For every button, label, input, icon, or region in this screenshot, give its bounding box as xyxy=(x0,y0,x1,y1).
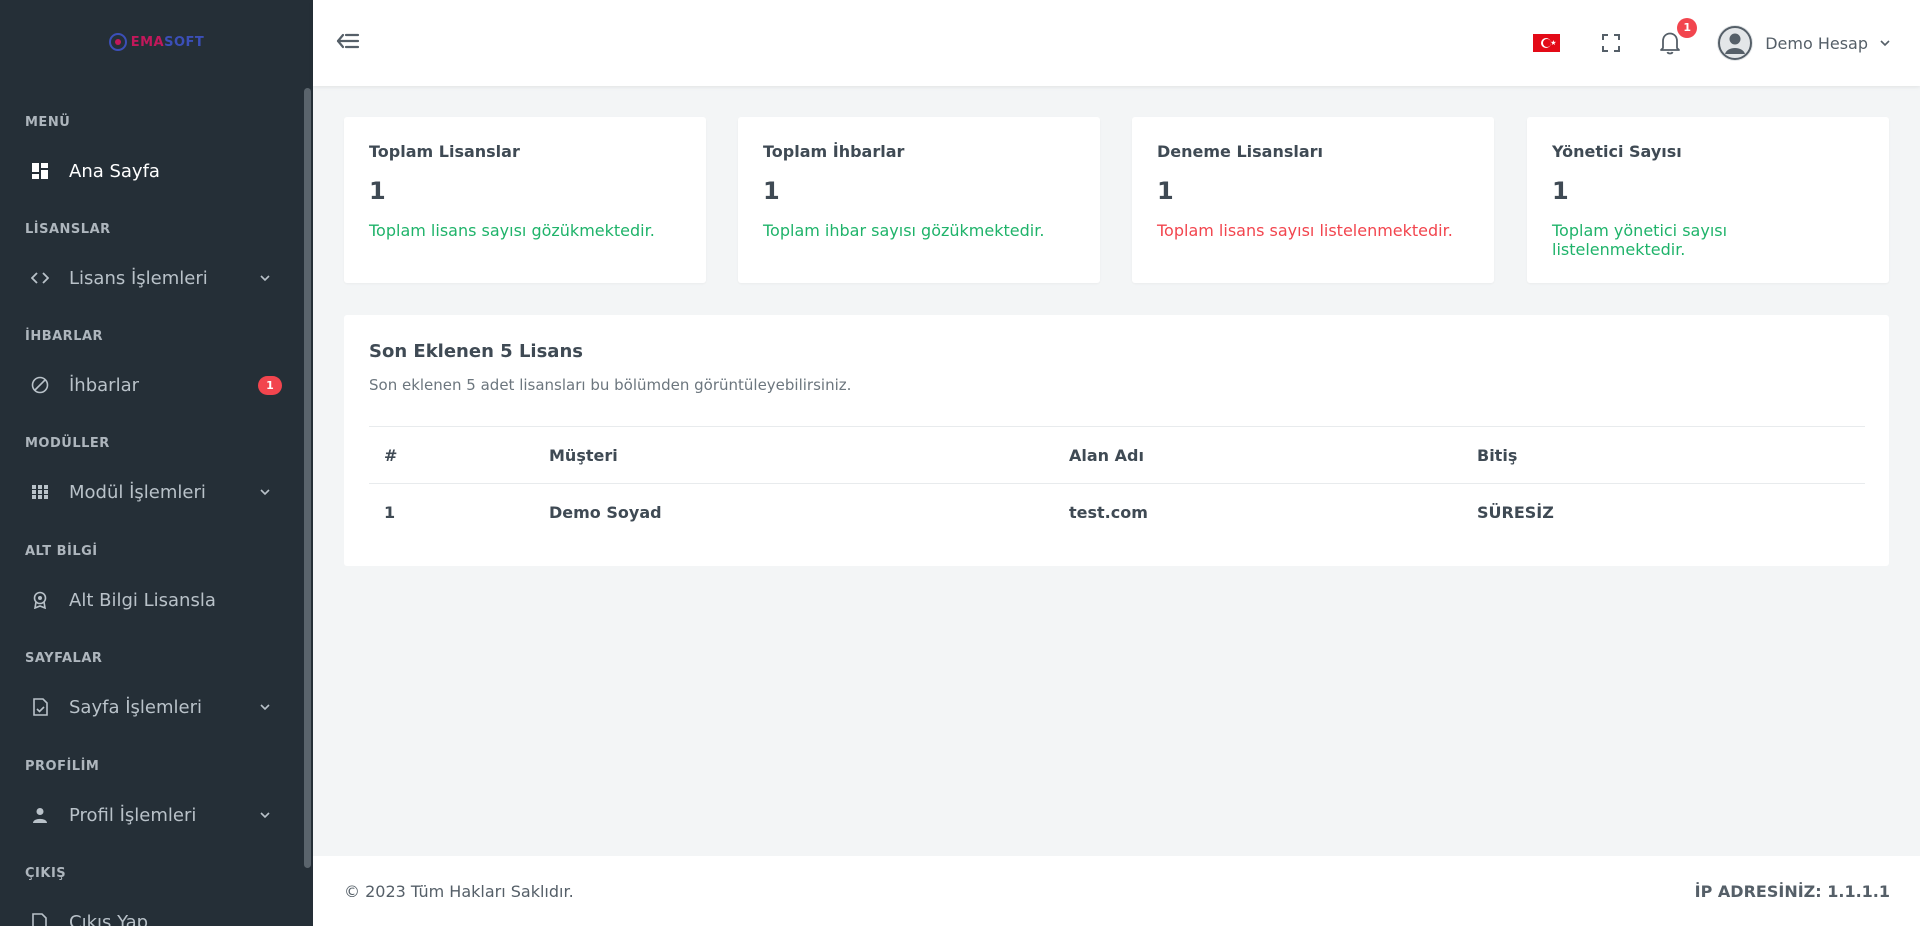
sidebar-section-ihbarlar: İHBARLAR İhbarlar 1 xyxy=(0,327,300,411)
sidebar-item-ana-sayfa[interactable]: Ana Sayfa xyxy=(0,145,300,197)
sidebar-section-lisanslar: LİSANSLAR Lisans İşlemleri xyxy=(0,220,300,304)
table-cell-alan-adi: test.com xyxy=(1069,503,1148,523)
sidebar-scrollbar[interactable] xyxy=(304,88,311,868)
sidebar-item-ihbarlar[interactable]: İhbarlar 1 xyxy=(0,359,300,411)
ihbar-count-badge: 1 xyxy=(258,375,282,395)
section-title: LİSANSLAR xyxy=(25,222,111,237)
tr-flag-icon[interactable]: ★ xyxy=(1533,34,1561,52)
copyright-text: © 2023 Tüm Hakları Saklıdır. xyxy=(344,881,574,901)
sidebar-item-label: Alt Bilgi Lisansla xyxy=(69,589,216,611)
notification-bell-icon[interactable]: 1 xyxy=(1657,18,1698,56)
stat-card-toplam-lisanslar: Toplam Lisanslar 1 Toplam lisans sayısı … xyxy=(344,117,706,283)
dashboard-icon xyxy=(31,162,49,180)
sidebar: EMASOFT MENÜ Ana Sayfa LİSANSLAR Lisans … xyxy=(0,0,313,926)
section-title: İHBARLAR xyxy=(25,329,104,344)
fullscreen-icon[interactable] xyxy=(1598,30,1624,56)
stat-title: Deneme Lisansları xyxy=(1157,142,1324,161)
card-subtitle: Son eklenen 5 adet lisansları bu bölümde… xyxy=(369,376,852,394)
table-cell-musteri: Demo Soyad xyxy=(549,503,662,523)
card-title: Son Eklenen 5 Lisans xyxy=(369,341,583,362)
sidebar-item-profil-islemleri[interactable]: Profil İşlemleri xyxy=(0,789,300,841)
column-header-musteri: Müşteri xyxy=(549,445,618,465)
table-row: 1 Demo Soyad test.com SÜRESİZ xyxy=(369,483,1865,542)
sidebar-item-label: Sayfa İşlemleri xyxy=(69,696,202,718)
sidebar-section-menu: MENÜ Ana Sayfa xyxy=(0,113,300,197)
stat-note: Toplam ihbar sayısı gözükmektedir. xyxy=(763,221,1045,240)
sidebar-item-label: Lisans İşlemleri xyxy=(69,267,208,289)
grid-icon xyxy=(31,483,49,501)
top-header: ★ 1 Demo Hesap xyxy=(313,0,1920,86)
stat-card-deneme-lisanslari: Deneme Lisansları 1 Toplam lisans sayısı… xyxy=(1132,117,1494,283)
sidebar-item-modul-islemleri[interactable]: Modül İşlemleri xyxy=(0,466,300,518)
section-title: SAYFALAR xyxy=(25,651,103,666)
table-cell-index: 1 xyxy=(384,503,396,523)
sidebar-item-lisans-islemleri[interactable]: Lisans İşlemleri xyxy=(0,252,300,304)
sidebar-item-cikis-yap[interactable]: Çıkış Yap xyxy=(0,896,300,926)
user-menu[interactable]: Demo Hesap xyxy=(1717,25,1890,61)
table-cell-bitis: SÜRESİZ xyxy=(1477,503,1554,523)
stat-value: 1 xyxy=(1157,177,1174,205)
recent-licenses-table: # Müşteri Alan Adı Bitiş 1 Demo Soyad te… xyxy=(369,426,1865,542)
sidebar-section-profilim: PROFİLİM Profil İşlemleri xyxy=(0,757,300,841)
sidebar-item-sayfa-islemleri[interactable]: Sayfa İşlemleri xyxy=(0,681,300,733)
stat-title: Yönetici Sayısı xyxy=(1552,142,1682,161)
sidebar-item-label: Profil İşlemleri xyxy=(69,804,197,826)
stat-card-toplam-ihbarlar: Toplam İhbarlar 1 Toplam ihbar sayısı gö… xyxy=(738,117,1100,283)
stat-card-yonetici-sayisi: Yönetici Sayısı 1 Toplam yönetici sayısı… xyxy=(1527,117,1889,283)
ip-address-text: İP ADRESİNİZ: 1.1.1.1 xyxy=(1694,881,1890,901)
sidebar-item-label: Çıkış Yap xyxy=(69,911,149,926)
sidebar-item-label: Modül İşlemleri xyxy=(69,481,206,503)
logo[interactable]: EMASOFT xyxy=(0,0,313,84)
column-header-alan-adi: Alan Adı xyxy=(1069,445,1144,465)
user-icon xyxy=(31,806,49,824)
user-name: Demo Hesap xyxy=(1765,33,1868,53)
chevron-down-icon xyxy=(260,275,270,282)
sidebar-section-moduller: MODÜLLER Modül İşlemleri xyxy=(0,434,300,518)
section-title: PROFİLİM xyxy=(25,759,100,774)
section-title: ALT BİLGİ xyxy=(25,544,98,559)
chevron-down-icon xyxy=(1880,40,1890,47)
logout-icon xyxy=(31,913,49,926)
sidebar-item-label: İhbarlar xyxy=(69,374,140,396)
logo-text-part1: EMA xyxy=(130,34,165,50)
notification-count-badge: 1 xyxy=(1677,18,1698,38)
sidebar-item-label: Ana Sayfa xyxy=(69,160,160,182)
column-header-bitis: Bitiş xyxy=(1477,445,1518,465)
code-icon xyxy=(31,269,49,287)
avatar xyxy=(1717,25,1754,61)
award-icon xyxy=(31,591,49,609)
section-title: ÇIKIŞ xyxy=(25,866,67,881)
sidebar-section-sayfalar: SAYFALAR Sayfa İşlemleri xyxy=(0,649,300,733)
stat-title: Toplam Lisanslar xyxy=(369,142,520,161)
page-footer: © 2023 Tüm Hakları Saklıdır. İP ADRESİNİ… xyxy=(313,856,1920,926)
stat-value: 1 xyxy=(1552,177,1569,205)
stat-value: 1 xyxy=(763,177,780,205)
sidebar-item-alt-bilgi-lisansla[interactable]: Alt Bilgi Lisansla xyxy=(0,574,300,626)
table-header-row: # Müşteri Alan Adı Bitiş xyxy=(369,426,1865,484)
file-check-icon xyxy=(31,698,49,716)
chevron-down-icon xyxy=(260,812,270,819)
chevron-down-icon xyxy=(260,704,270,711)
section-title: MODÜLLER xyxy=(25,436,110,451)
column-header-index: # xyxy=(384,445,398,465)
sidebar-section-alt-bilgi: ALT BİLGİ Alt Bilgi Lisansla xyxy=(0,542,300,626)
block-icon xyxy=(31,376,49,394)
stat-value: 1 xyxy=(369,177,386,205)
section-title: MENÜ xyxy=(25,115,71,130)
stat-note: Toplam lisans sayısı gözükmektedir. xyxy=(369,221,655,240)
recent-licenses-card: Son Eklenen 5 Lisans Son eklenen 5 adet … xyxy=(344,315,1889,566)
sidebar-section-cikis: ÇIKIŞ Çıkış Yap xyxy=(0,864,300,926)
stat-note: Toplam yönetici sayısı listelenmektedir. xyxy=(1552,221,1728,259)
logo-text-part2: SOFT xyxy=(164,34,205,50)
stat-title: Toplam İhbarlar xyxy=(763,142,905,161)
logo-mark-icon xyxy=(108,33,127,51)
stat-note: Toplam lisans sayısı listelenmektedir. xyxy=(1157,221,1453,240)
sidebar-toggle-icon[interactable] xyxy=(335,28,361,54)
chevron-down-icon xyxy=(260,489,270,496)
